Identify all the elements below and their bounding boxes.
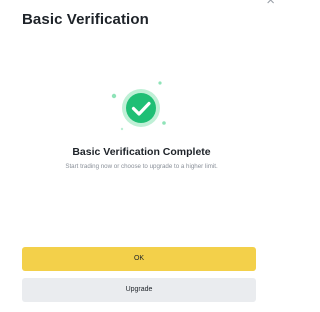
- success-check-icon: [110, 79, 170, 139]
- success-headline: Basic Verification Complete: [72, 146, 211, 158]
- success-description: Start trading now or choose to upgrade t…: [65, 163, 218, 170]
- close-icon[interactable]: ×: [266, 0, 275, 8]
- verification-dialog: Basic Verification × Basic Verification …: [0, 0, 283, 312]
- dialog-title: Basic Verification: [22, 11, 149, 28]
- ok-button[interactable]: OK: [22, 247, 256, 271]
- upgrade-button[interactable]: Upgrade: [22, 278, 256, 302]
